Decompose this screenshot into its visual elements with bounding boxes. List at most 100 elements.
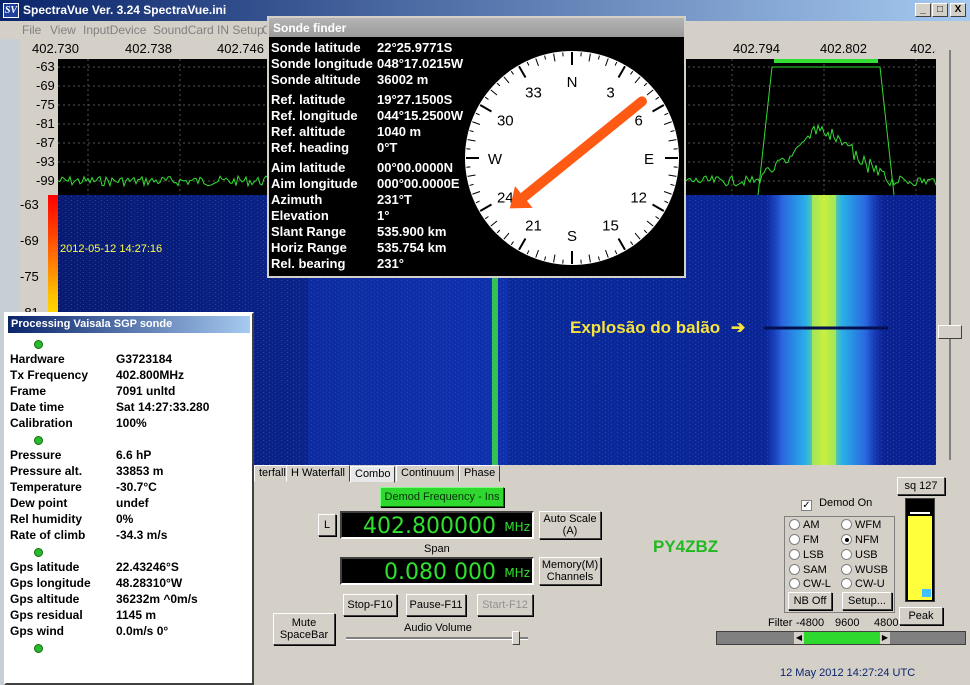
filter-passband[interactable] bbox=[804, 632, 880, 644]
stop-button[interactable]: Stop-F10 bbox=[343, 594, 397, 616]
mode-nfm-radio[interactable]: NFM bbox=[841, 534, 879, 546]
span-label: Span bbox=[424, 543, 450, 555]
proc-key: Gps wind bbox=[10, 624, 64, 638]
y-tick: -69 bbox=[36, 78, 55, 93]
audio-volume-slider[interactable] bbox=[512, 631, 520, 645]
pause-button[interactable]: Pause-F11 bbox=[406, 594, 466, 616]
demod-on-label: Demod On bbox=[819, 497, 873, 509]
mode-label: AM bbox=[803, 519, 820, 531]
proc-row: Calibration 100% bbox=[10, 416, 147, 430]
mode-cwl-radio[interactable]: CW-L bbox=[789, 578, 831, 590]
l-button[interactable]: L bbox=[318, 514, 336, 536]
sonde-value: 044°15.2500W bbox=[377, 108, 464, 123]
proc-value: 402.800MHz bbox=[116, 368, 185, 382]
filter-left-handle-icon[interactable]: ◀ bbox=[794, 632, 804, 644]
sonde-key: Ref. altitude bbox=[271, 124, 346, 139]
mute-button[interactable]: Mute SpaceBar bbox=[273, 613, 335, 645]
sonde-row: Ref. heading 0°T bbox=[271, 140, 397, 155]
sonde-key: Azimuth bbox=[271, 192, 323, 207]
tab-combo[interactable]: Combo bbox=[350, 466, 396, 483]
demod-frequency-label[interactable]: Demod Frequency - Ins bbox=[380, 487, 504, 507]
tab-continuum[interactable]: Continuum bbox=[396, 465, 460, 482]
compass-label: 21 bbox=[525, 218, 542, 235]
proc-value: 1145 m bbox=[116, 608, 157, 622]
sonde-key: Ref. latitude bbox=[271, 92, 346, 107]
tab-h-waterfall[interactable]: H Waterfall bbox=[286, 465, 350, 482]
compass-label: 33 bbox=[525, 84, 542, 101]
compass-label: W bbox=[488, 151, 503, 168]
squelch-marker bbox=[910, 512, 930, 514]
sonde-finder-title[interactable]: Sonde finder bbox=[269, 18, 684, 37]
setup-button[interactable]: Setup... bbox=[842, 592, 892, 610]
demod-frequency-display[interactable]: 402.800000 MHz bbox=[340, 511, 534, 539]
mode-am-radio[interactable]: AM bbox=[789, 519, 820, 531]
sonde-key: Sonde latitude bbox=[271, 40, 361, 55]
proc-key: Hardware bbox=[10, 352, 65, 366]
mode-sam-radio[interactable]: SAM bbox=[789, 564, 827, 576]
compass-label: 15 bbox=[602, 218, 619, 235]
menu-soundcard-in-setup[interactable]: SoundCard IN Setup bbox=[153, 23, 264, 37]
sonde-row: Ref. longitude 044°15.2500W bbox=[271, 108, 463, 123]
auto-scale-button[interactable]: Auto Scale (A) bbox=[539, 511, 601, 539]
sonde-key: Ref. longitude bbox=[271, 108, 358, 123]
compass-label: 30 bbox=[497, 113, 514, 130]
sonde-value: 00°00.0000N bbox=[377, 160, 454, 175]
processing-title[interactable]: Processing Vaisala SGP sonde bbox=[8, 316, 250, 333]
menu-input-device[interactable]: InputDevice bbox=[83, 23, 146, 37]
memory-channels-button[interactable]: Memory(M) Channels bbox=[539, 557, 601, 585]
start-button[interactable]: Start-F12 bbox=[477, 594, 533, 616]
y-tick: -75 bbox=[20, 269, 39, 284]
proc-row: Gps residual 1145 m bbox=[10, 608, 156, 622]
proc-value: 100% bbox=[116, 416, 147, 430]
y-tick: -93 bbox=[36, 154, 55, 169]
arrow-right-icon: ➔ bbox=[730, 318, 746, 337]
filter-marker bbox=[774, 59, 878, 63]
mode-cwu-radio[interactable]: CW-U bbox=[841, 578, 885, 590]
squelch-button[interactable]: sq 127 bbox=[897, 477, 945, 495]
demod-on-checkbox[interactable]: ✓ Demod On bbox=[801, 497, 872, 511]
mode-usb-radio[interactable]: USB bbox=[841, 549, 878, 561]
sonde-key: Aim latitude bbox=[271, 160, 346, 175]
burst-annotation-text: Explosão do balão bbox=[570, 318, 721, 337]
spectrum-y-axis: -63 -69 -75 -81 -87 -93 -99 bbox=[20, 59, 58, 195]
mode-wfm-radio[interactable]: WFM bbox=[841, 519, 881, 531]
waterfall-y-axis: -63 -69 -75 -81 bbox=[20, 195, 48, 320]
sonde-key: Horiz Range bbox=[271, 240, 347, 255]
peak-button[interactable]: Peak bbox=[899, 607, 943, 625]
y-tick: -63 bbox=[20, 197, 39, 212]
maximize-button[interactable]: □ bbox=[932, 3, 948, 17]
minimize-button[interactable]: _ bbox=[915, 3, 931, 17]
sonde-value: 231° bbox=[377, 256, 404, 271]
close-button[interactable]: X bbox=[950, 3, 966, 17]
proc-value: undef bbox=[116, 496, 149, 510]
mode-label: WFM bbox=[855, 519, 882, 531]
mode-lsb-radio[interactable]: LSB bbox=[789, 549, 824, 561]
sonde-row: Aim longitude 000°00.0000E bbox=[271, 176, 460, 191]
span-display[interactable]: 0.080 000 MHz bbox=[340, 557, 534, 585]
demod-frequency-value: 402.800000 bbox=[363, 514, 496, 539]
proc-key: Gps latitude bbox=[10, 560, 80, 574]
proc-row: Gps altitude 36232m ^0m/s bbox=[10, 592, 198, 606]
freq-tick: 402.794 bbox=[733, 41, 780, 56]
window-title: SpectraVue Ver. 3.24 SpectraVue.ini bbox=[23, 3, 227, 17]
mode-wusb-radio[interactable]: WUSB bbox=[841, 564, 888, 576]
sonde-value: 36002 m bbox=[377, 72, 429, 87]
menu-view[interactable]: View bbox=[50, 23, 76, 37]
status-led-icon bbox=[34, 436, 43, 445]
sonde-value: 0°T bbox=[377, 140, 398, 155]
sonde-key: Aim longitude bbox=[271, 176, 358, 191]
sonde-row: Sonde latitude 22°25.9771S bbox=[271, 40, 452, 55]
nb-off-button[interactable]: NB Off bbox=[788, 592, 832, 610]
tab-phase[interactable]: Phase bbox=[459, 465, 501, 482]
mode-fm-radio[interactable]: FM bbox=[789, 534, 819, 546]
mode-label: CW-L bbox=[803, 578, 831, 590]
span-value: 0.080 000 bbox=[384, 560, 496, 585]
status-led-icon bbox=[34, 340, 43, 349]
level-slider-thumb[interactable] bbox=[938, 325, 962, 339]
filter-right-handle-icon[interactable]: ▶ bbox=[880, 632, 890, 644]
menu-file[interactable]: File bbox=[22, 23, 41, 37]
sonde-key: Slant Range bbox=[271, 224, 347, 239]
proc-key: Frame bbox=[10, 384, 47, 398]
mode-label: FM bbox=[803, 534, 819, 546]
y-tick: -69 bbox=[20, 233, 39, 248]
